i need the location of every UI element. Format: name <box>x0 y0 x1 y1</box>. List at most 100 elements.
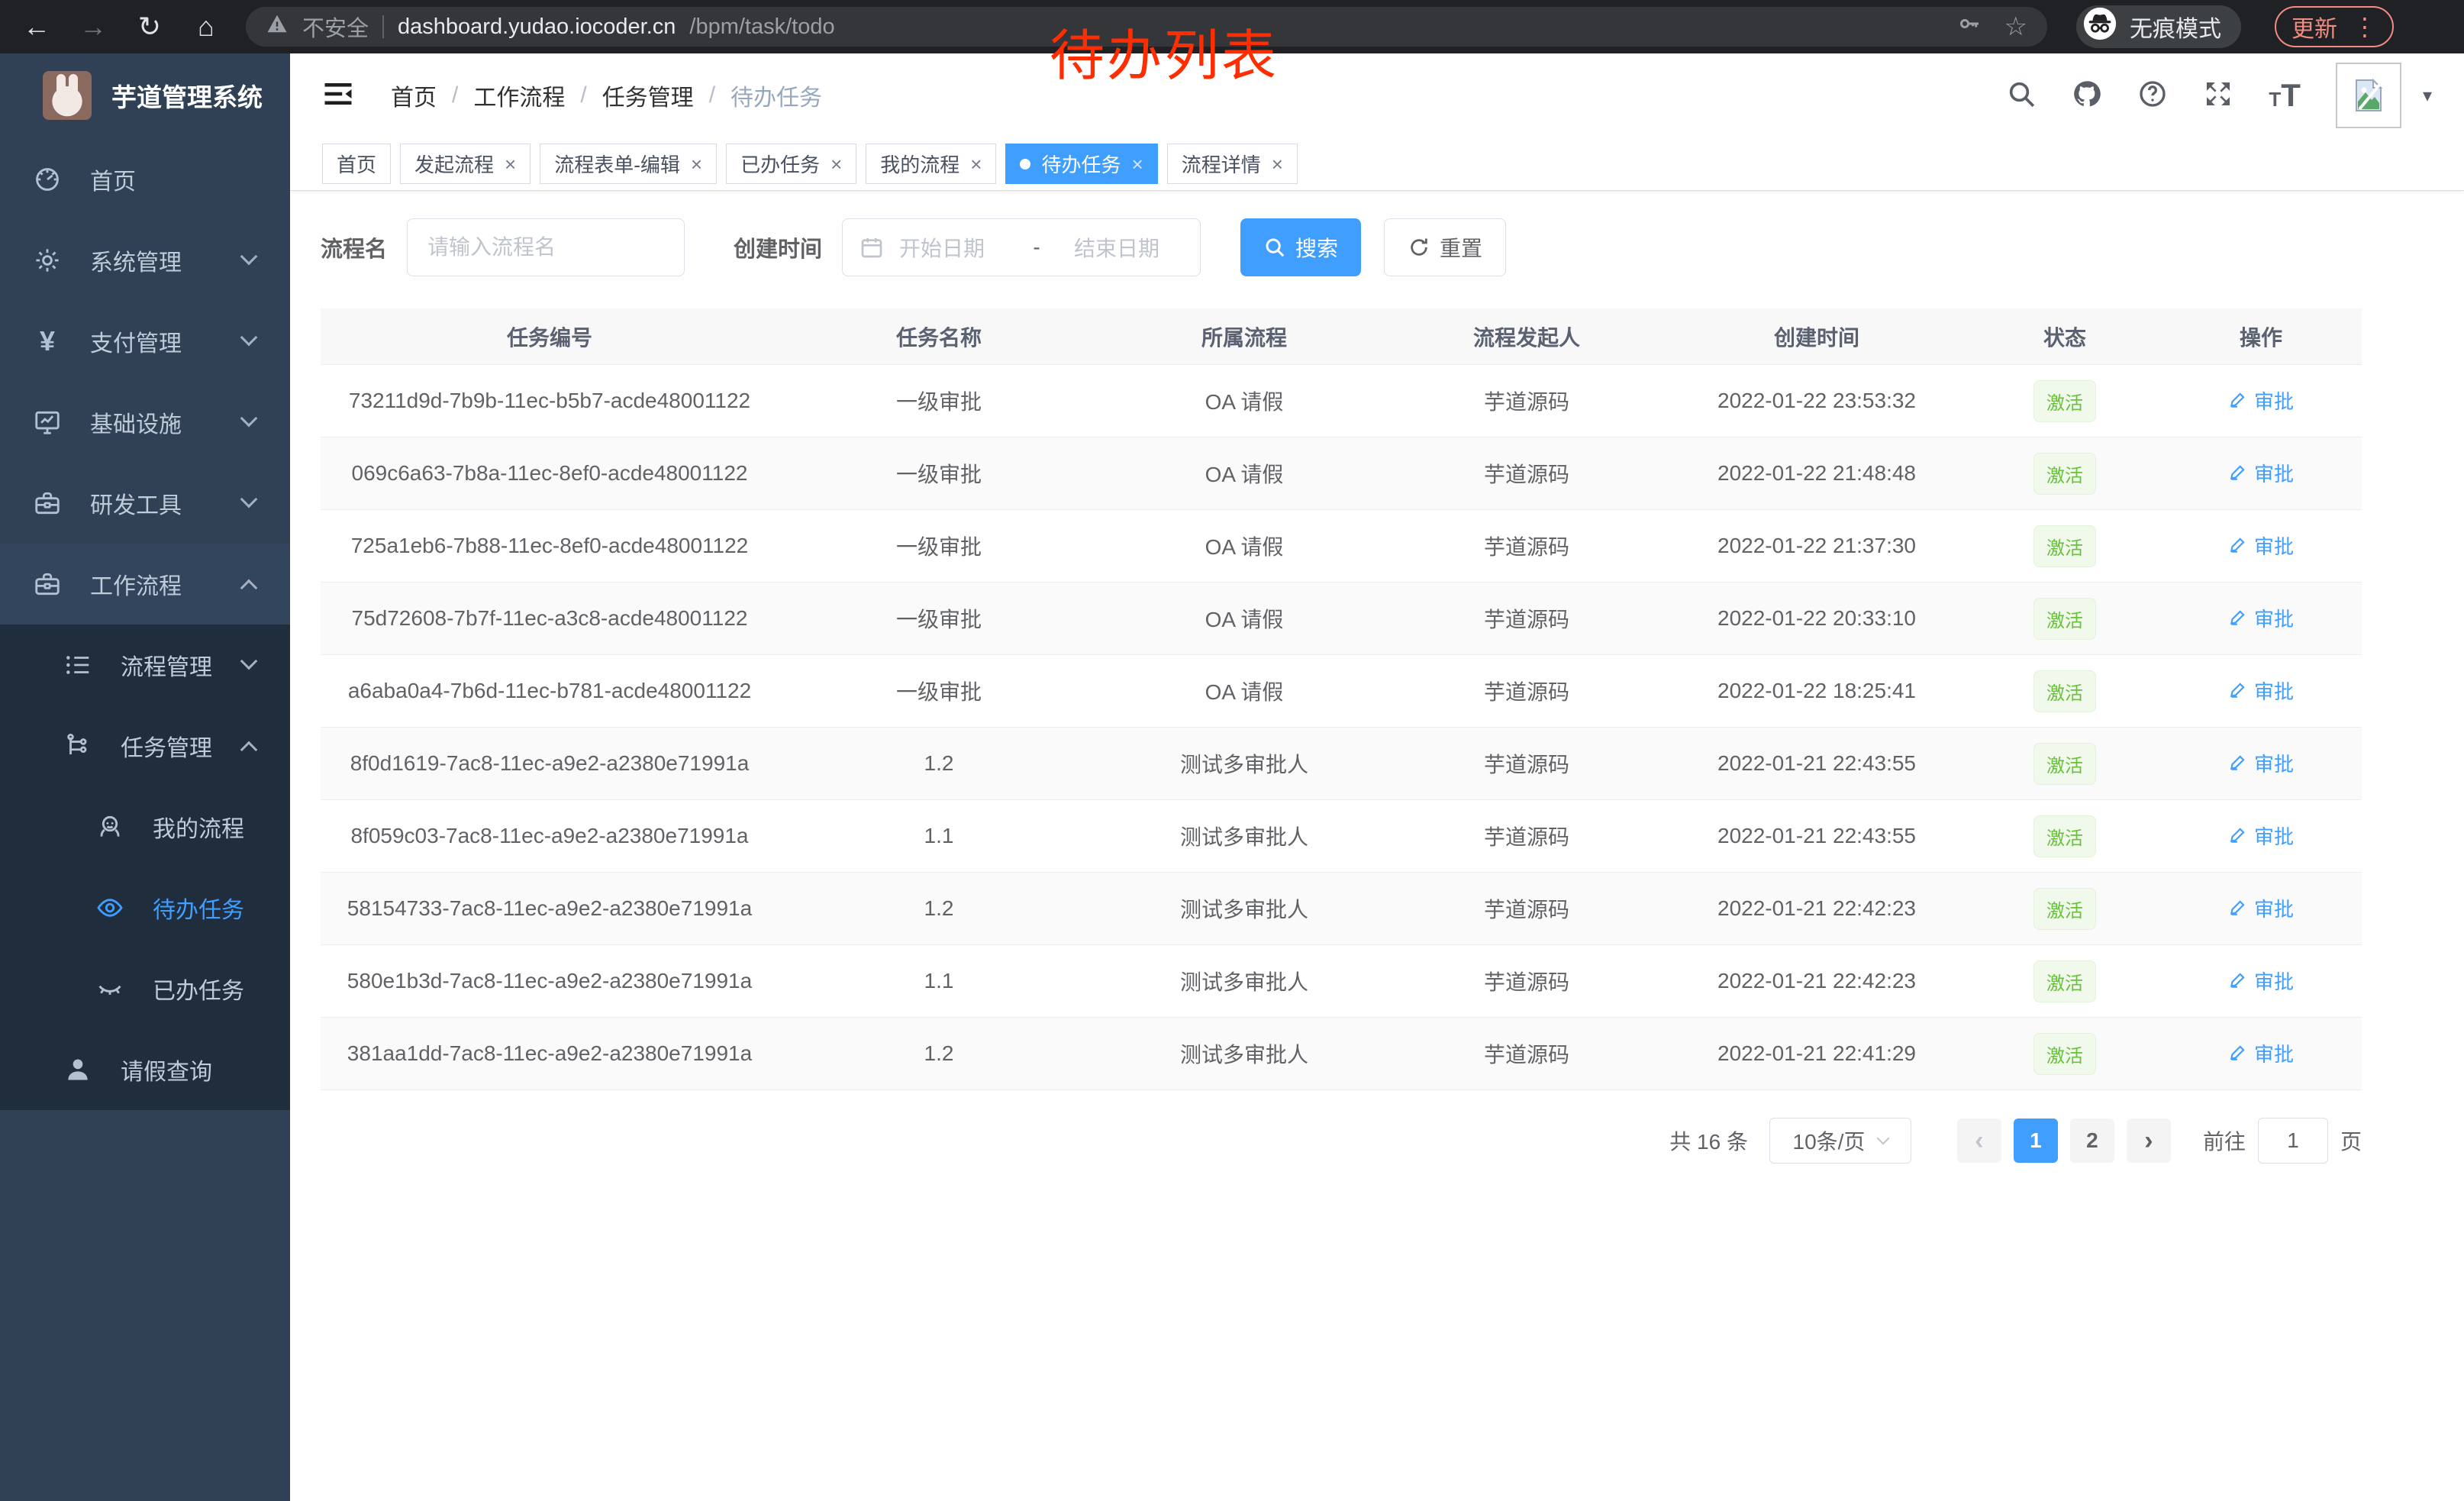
close-icon[interactable]: × <box>505 154 516 174</box>
sidebar-item-process-management[interactable]: 流程管理 <box>0 625 290 705</box>
cell-task-name: 1.1 <box>779 824 1099 848</box>
approve-link[interactable]: 审批 <box>2228 1039 2294 1067</box>
url-host: dashboard.yudao.iocoder.cn <box>398 15 676 40</box>
tab-start-process[interactable]: 发起流程× <box>400 144 531 184</box>
table-row: 580e1b3d-7ac8-11ec-a9e2-a2380e71991a1.1测… <box>321 945 2362 1018</box>
tab-done-tasks[interactable]: 已办任务× <box>726 144 856 184</box>
breadcrumb-item-home[interactable]: 首页 <box>391 79 437 112</box>
approve-label: 审批 <box>2254 967 2294 995</box>
key-icon[interactable] <box>1957 11 1982 42</box>
avatar-caret-icon[interactable]: ▾ <box>2423 85 2432 107</box>
cell-task-id: 580e1b3d-7ac8-11ec-a9e2-a2380e71991a <box>321 969 779 993</box>
cell-process: 测试多审批人 <box>1099 748 1389 779</box>
github-icon[interactable] <box>2072 79 2102 113</box>
cell-status: 激活 <box>1969 380 2160 422</box>
reload-icon[interactable]: ↻ <box>133 11 166 43</box>
column-header: 所属流程 <box>1099 321 1389 352</box>
cell-created-time: 2022-01-22 21:48:48 <box>1664 461 1969 486</box>
browser-menu-icon[interactable]: ⋮ <box>2353 12 2377 41</box>
start-date-placeholder: 开始日期 <box>899 232 1014 263</box>
close-icon[interactable]: × <box>1132 154 1143 174</box>
home-icon[interactable]: ⌂ <box>189 11 223 43</box>
app-logo[interactable]: 芋道管理系统 <box>0 53 290 137</box>
tab-label: 待办任务 <box>1041 150 1121 178</box>
bookmark-star-icon[interactable]: ☆ <box>2004 11 2027 42</box>
cell-task-name: 1.2 <box>779 751 1099 776</box>
sidebar-item-todo-tasks[interactable]: 待办任务 <box>0 867 290 948</box>
edit-pen-icon <box>2228 825 2248 845</box>
breadcrumb-item-task-management[interactable]: 任务管理 <box>602 79 694 112</box>
approve-link[interactable]: 审批 <box>2228 531 2294 560</box>
approve-link[interactable]: 审批 <box>2228 749 2294 777</box>
cell-initiator: 芋道源码 <box>1389 1038 1664 1069</box>
sidebar-item-system-management[interactable]: 系统管理 <box>0 220 290 301</box>
search-button[interactable]: 搜索 <box>1240 218 1361 276</box>
close-icon[interactable]: × <box>1272 154 1283 174</box>
page-size-select[interactable]: 10条/页 <box>1769 1118 1911 1164</box>
approve-link[interactable]: 审批 <box>2228 822 2294 850</box>
goto-page-input[interactable] <box>2258 1118 2328 1164</box>
font-size-icon[interactable]: TT <box>2269 80 2301 111</box>
cell-status: 激活 <box>1969 888 2160 930</box>
approve-link[interactable]: 审批 <box>2228 386 2294 415</box>
active-dot <box>1020 159 1030 169</box>
page-button-1[interactable]: 1 <box>2014 1118 2058 1163</box>
tab-process-detail[interactable]: 流程详情× <box>1167 144 1298 184</box>
incognito-badge: 无痕模式 <box>2076 5 2241 48</box>
table-header-row: 任务编号任务名称所属流程流程发起人创建时间状态操作 <box>321 308 2362 365</box>
process-name-input[interactable] <box>407 218 685 276</box>
approve-link[interactable]: 审批 <box>2228 604 2294 632</box>
page-button-2[interactable]: 2 <box>2070 1118 2114 1163</box>
edit-pen-icon <box>2228 463 2248 483</box>
calendar-icon <box>859 235 884 260</box>
back-icon[interactable]: ← <box>20 11 53 43</box>
sidebar-item-workflow[interactable]: 工作流程 <box>0 544 290 625</box>
edit-pen-icon <box>2228 753 2248 773</box>
monitor-icon <box>31 408 64 437</box>
tab-label: 首页 <box>337 150 376 178</box>
next-page-button[interactable]: › <box>2127 1118 2171 1163</box>
close-icon[interactable]: × <box>830 154 842 174</box>
approve-label: 审批 <box>2254 386 2294 415</box>
sidebar-item-my-process[interactable]: 我的流程 <box>0 786 290 867</box>
approve-link[interactable]: 审批 <box>2228 967 2294 995</box>
sidebar-collapse-icon[interactable] <box>322 78 354 114</box>
chevron-down-icon <box>240 410 258 428</box>
tab-home[interactable]: 首页 <box>322 144 391 184</box>
close-icon[interactable]: × <box>691 154 702 174</box>
status-badge: 激活 <box>2033 598 2096 640</box>
sidebar-item-dev-tools[interactable]: 研发工具 <box>0 463 290 544</box>
status-badge: 激活 <box>2033 743 2096 785</box>
sidebar-item-payment-management[interactable]: ¥支付管理 <box>0 301 290 382</box>
sidebar-item-home[interactable]: 首页 <box>0 139 290 220</box>
search-icon[interactable] <box>2006 79 2037 113</box>
fullscreen-icon[interactable] <box>2203 79 2233 113</box>
prev-page-button[interactable]: ‹ <box>1957 1118 2001 1163</box>
forward-icon[interactable]: → <box>76 11 110 43</box>
sidebar-item-task-management[interactable]: 任务管理 <box>0 705 290 786</box>
sidebar-item-infrastructure[interactable]: 基础设施 <box>0 382 290 463</box>
cell-action: 审批 <box>2160 676 2362 706</box>
tab-my-process[interactable]: 我的流程× <box>866 144 996 184</box>
tab-todo-tasks[interactable]: 待办任务 × <box>1005 144 1157 184</box>
logo-avatar <box>43 71 92 120</box>
help-icon[interactable] <box>2137 79 2168 113</box>
cell-initiator: 芋道源码 <box>1389 603 1664 634</box>
avatar[interactable] <box>2336 63 2401 128</box>
cell-action: 审批 <box>2160 386 2362 416</box>
approve-link[interactable]: 审批 <box>2228 894 2294 922</box>
sidebar-item-leave-query[interactable]: 请假查询 <box>0 1029 290 1110</box>
reset-button[interactable]: 重置 <box>1384 218 1506 276</box>
cell-task-name: 一级审批 <box>779 676 1099 706</box>
user-icon <box>61 1055 95 1084</box>
sidebar-item-done-tasks[interactable]: 已办任务 <box>0 948 290 1029</box>
date-range-picker[interactable]: 开始日期 - 结束日期 <box>842 218 1201 276</box>
tab-process-form-edit[interactable]: 流程表单-编辑× <box>540 144 717 184</box>
browser-update-button[interactable]: 更新 ⋮ <box>2275 6 2394 47</box>
approve-link[interactable]: 审批 <box>2228 459 2294 487</box>
approve-link[interactable]: 审批 <box>2228 676 2294 705</box>
breadcrumb-item-workflow[interactable]: 工作流程 <box>473 79 565 112</box>
column-header: 创建时间 <box>1664 321 1969 352</box>
column-header: 流程发起人 <box>1389 321 1664 352</box>
close-icon[interactable]: × <box>970 154 982 174</box>
